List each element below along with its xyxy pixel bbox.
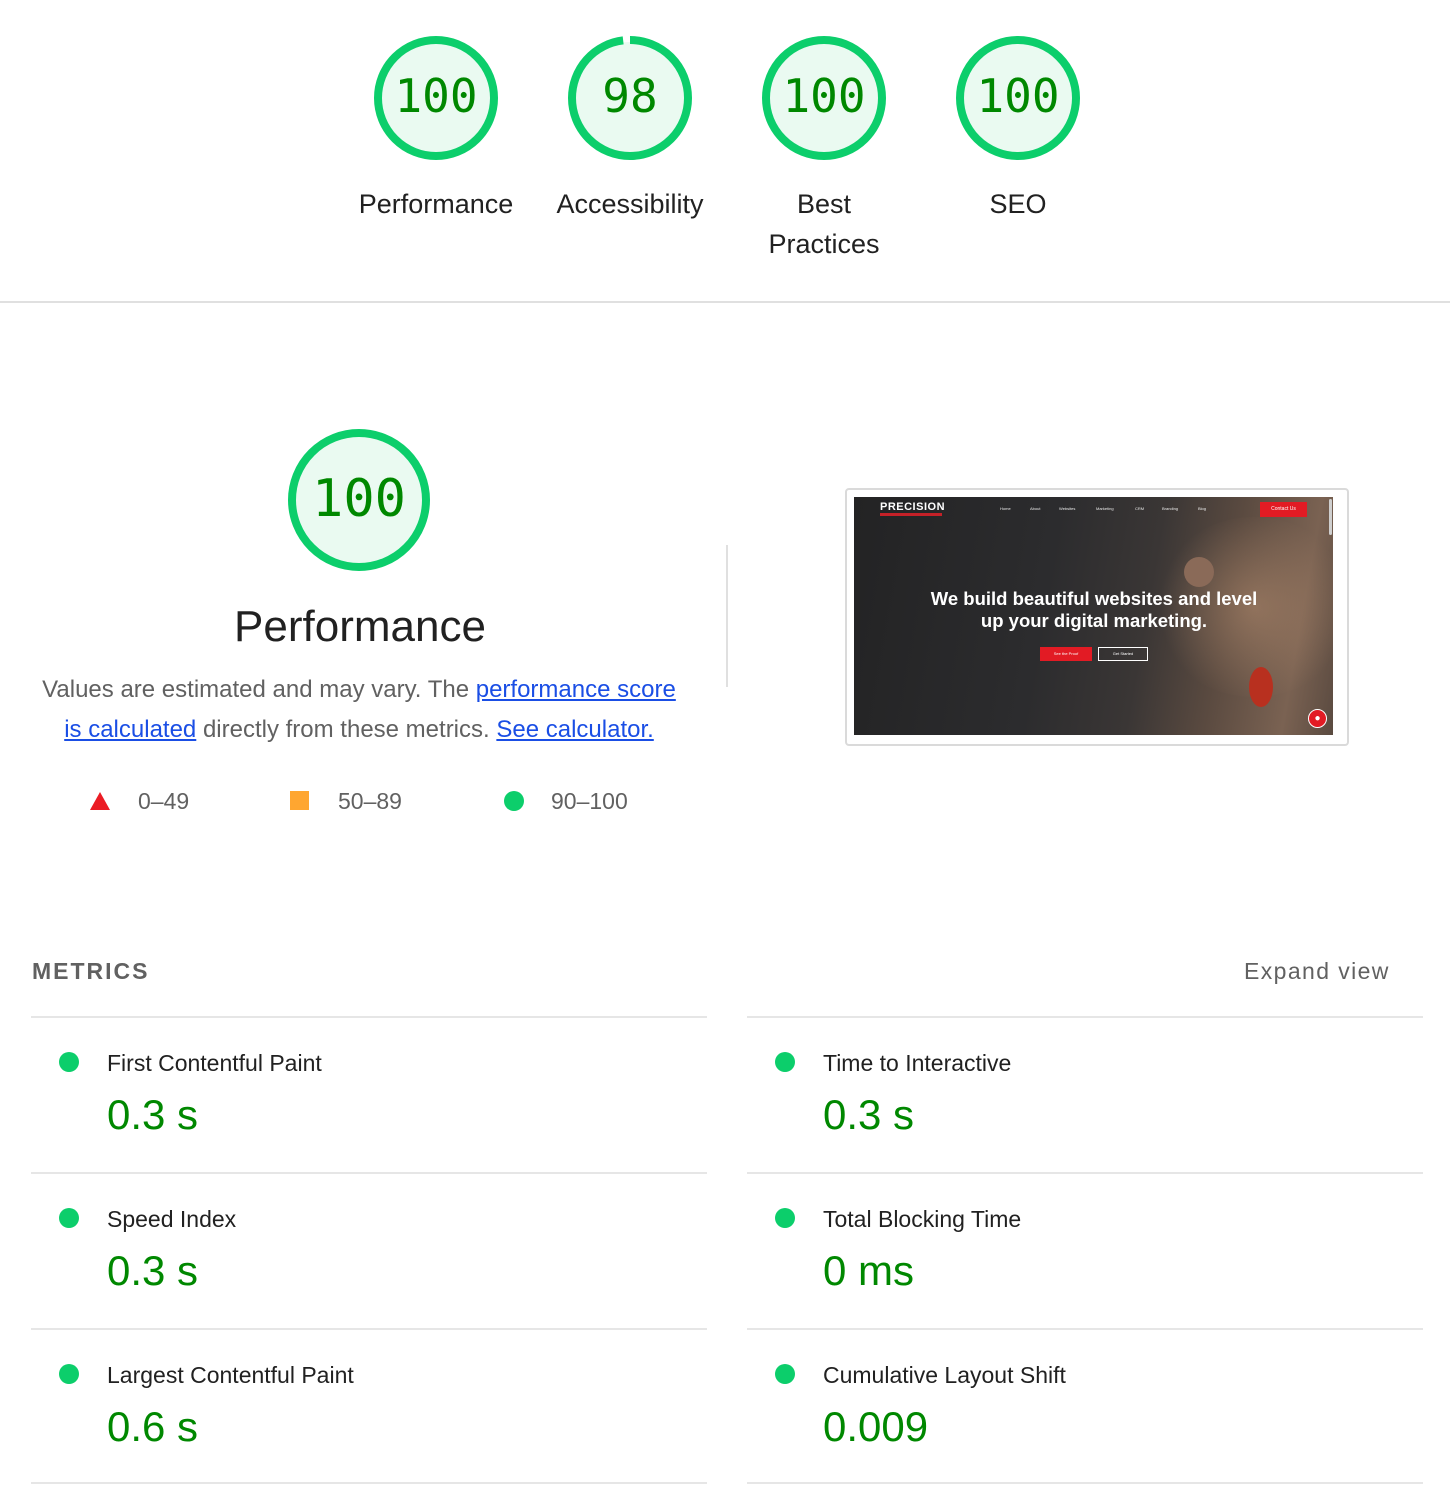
site-nav-item: Home [1000, 506, 1011, 511]
site-nav-item: Marketing [1096, 506, 1114, 511]
gauge-label: SEO [989, 189, 1047, 219]
site-logo: PRECISION [880, 501, 946, 513]
see-calculator-link[interactable]: See calculator. [496, 716, 653, 743]
gauge-score: 100 [782, 69, 866, 123]
metrics-divider [31, 1482, 707, 1484]
gauge-performance[interactable]: 100 Performance [359, 34, 513, 219]
site-logo-underline [880, 513, 942, 516]
metric-title: Largest Contentful Paint [107, 1362, 354, 1388]
metrics-divider [747, 1172, 1423, 1174]
pass-circle-icon [59, 1208, 79, 1228]
pass-circle-icon [775, 1364, 795, 1384]
metrics-divider [747, 1016, 1423, 1018]
site-contact-button: Contact Us [1260, 502, 1307, 517]
gauge-label: Accessibility [556, 189, 704, 219]
site-nav-item: CRM [1135, 506, 1145, 511]
metric-value: 0.009 [823, 1403, 929, 1450]
legend-range: 90–100 [551, 788, 628, 814]
site-nav-item: Branding [1162, 506, 1179, 511]
final-screenshot[interactable]: PRECISION Home About Websites Marketing … [845, 488, 1349, 746]
performance-gauge-large: 100 [286, 427, 432, 573]
gauge-score: 98 [602, 69, 658, 123]
metric-value: 0 ms [823, 1247, 915, 1294]
performance-title: Performance [234, 602, 486, 651]
metric-value: 0.3 s [107, 1247, 199, 1294]
site-nav-item: About [1030, 506, 1041, 511]
chair-shape [1249, 667, 1273, 707]
gauge-score: 100 [312, 469, 406, 529]
metric-title: Cumulative Layout Shift [823, 1362, 1066, 1388]
gauge-accessibility[interactable]: 98 Accessibility [556, 34, 704, 219]
metrics-heading: METRICS [32, 958, 150, 984]
metric-value: 0.6 s [107, 1403, 199, 1450]
description-text: Values are estimated and may vary. The [42, 676, 476, 703]
average-square-icon [290, 791, 309, 810]
hero-line: up your digital marketing. [980, 610, 1208, 631]
site-nav-item: Blog [1198, 506, 1207, 511]
site-scrollbar [1329, 499, 1332, 535]
site-secondary-button: Get Started [1098, 647, 1148, 661]
legend-range: 0–49 [138, 788, 190, 814]
hero-line: We build beautiful websites and level [930, 588, 1258, 609]
gauge-score: 100 [394, 69, 478, 123]
metric-title: Speed Index [107, 1206, 237, 1232]
chat-bubble-icon: ● [1308, 709, 1327, 728]
metrics-divider [747, 1482, 1423, 1484]
pass-circle-icon [59, 1052, 79, 1072]
pass-circle-icon [59, 1364, 79, 1384]
metrics-divider [31, 1328, 707, 1330]
person-silhouette [1184, 557, 1214, 587]
pass-circle-icon [504, 791, 524, 811]
gauge-best-practices[interactable]: 100 Best Practices [760, 34, 888, 259]
description-text: directly from these metrics. [196, 716, 497, 743]
fail-triangle-icon [90, 792, 110, 810]
site-nav-item: Websites [1059, 506, 1076, 511]
site-hero-headline: We build beautiful websites and level up… [894, 588, 1294, 632]
site-primary-button: See the Proof [1040, 647, 1092, 661]
pass-circle-icon [775, 1208, 795, 1228]
header-divider [0, 301, 1450, 303]
metric-title: Total Blocking Time [823, 1206, 1022, 1232]
gauge-seo[interactable]: 100 SEO [954, 34, 1082, 219]
gauge-label: Performance [358, 189, 514, 219]
metrics-divider [31, 1172, 707, 1174]
metrics-divider [31, 1016, 707, 1018]
performance-description: Values are estimated and may vary. The p… [36, 670, 682, 750]
screenshot-image: PRECISION Home About Websites Marketing … [854, 497, 1333, 735]
expand-view-toggle[interactable]: Expand view [1244, 958, 1390, 985]
pass-circle-icon [775, 1052, 795, 1072]
metric-value: 0.3 s [823, 1091, 915, 1138]
metric-title: First Contentful Paint [107, 1050, 322, 1076]
section-separator [726, 545, 728, 687]
gauge-label: Best Practices [768, 189, 880, 259]
metrics-divider [747, 1328, 1423, 1330]
legend-range: 50–89 [338, 788, 402, 814]
gauge-score: 100 [976, 69, 1060, 123]
metric-title: Time to Interactive [823, 1050, 1012, 1076]
metric-value: 0.3 s [107, 1091, 199, 1138]
